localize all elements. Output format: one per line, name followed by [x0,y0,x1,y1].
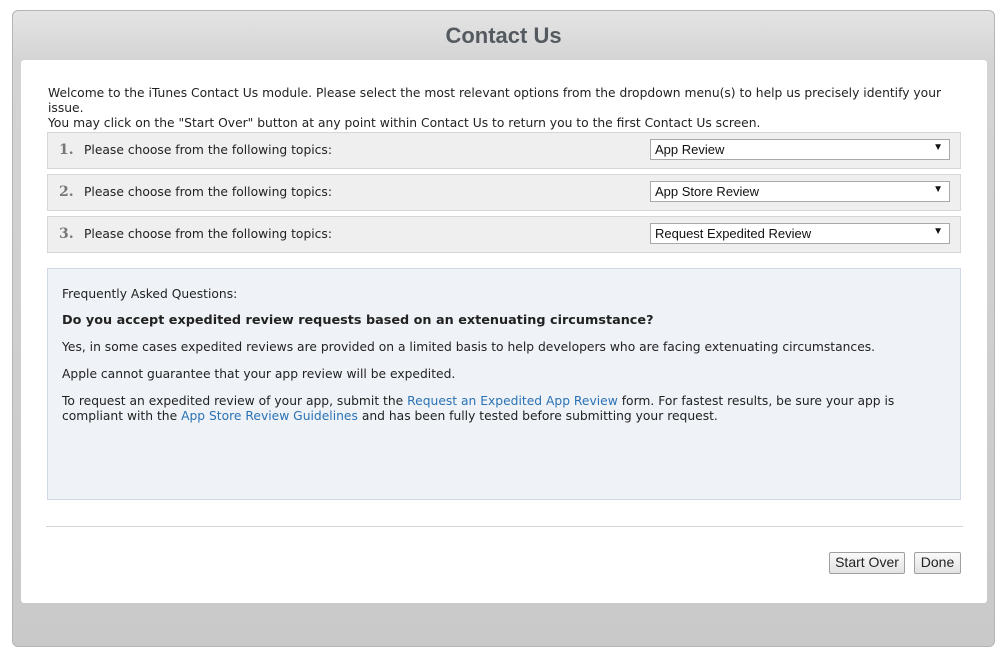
select-value: Request Expedited Review [655,226,812,241]
select-value: App Review [655,142,725,157]
topic-label: Please choose from the following topics: [84,185,332,199]
divider [46,526,963,527]
done-button[interactable]: Done [914,552,961,574]
contact-us-window: Contact Us Welcome to the iTunes Contact… [12,10,995,647]
start-over-button[interactable]: Start Over [829,552,905,574]
faq-answer-1: Yes, in some cases expedited reviews are… [62,340,876,354]
intro-text: Welcome to the iTunes Contact Us module.… [48,86,968,131]
topic-row-3: 3. Please choose from the following topi… [47,216,961,253]
chevron-down-icon: ▼ [933,142,943,153]
topic-3-select[interactable]: Request Expedited Review ▼ [650,223,950,244]
faq-box: Frequently Asked Questions: Do you accep… [47,268,961,500]
topic-label: Please choose from the following topics: [84,143,332,157]
intro-line-1: Welcome to the iTunes Contact Us module.… [48,86,942,115]
faq-answer-2: Apple cannot guarantee that your app rev… [62,367,456,381]
faq-answer-3-post: and has been fully tested before submitt… [357,409,718,423]
topic-row-2: 2. Please choose from the following topi… [47,174,961,211]
topic-1-select[interactable]: App Review ▼ [650,139,950,160]
topic-label: Please choose from the following topics: [84,227,332,241]
topic-number: 3. [59,226,74,242]
faq-heading: Frequently Asked Questions: [62,287,238,301]
expedited-review-form-link[interactable]: Request an Expedited App Review [407,394,618,408]
chevron-down-icon: ▼ [933,226,943,237]
topic-2-select[interactable]: App Store Review ▼ [650,181,950,202]
content-panel: Welcome to the iTunes Contact Us module.… [21,60,987,603]
select-value: App Store Review [655,184,760,199]
topic-number: 1. [59,142,74,158]
faq-question: Do you accept expedited review requests … [62,313,654,328]
intro-line-2: You may click on the "Start Over" button… [48,116,761,130]
topic-number: 2. [59,184,74,200]
page-title: Contact Us [445,23,562,48]
faq-answer-3: To request an expedited review of your a… [62,394,947,424]
chevron-down-icon: ▼ [933,184,943,195]
faq-answer-3-pre: To request an expedited review of your a… [62,394,408,408]
topic-row-1: 1. Please choose from the following topi… [47,132,961,169]
review-guidelines-link[interactable]: App Store Review Guidelines [181,409,358,423]
